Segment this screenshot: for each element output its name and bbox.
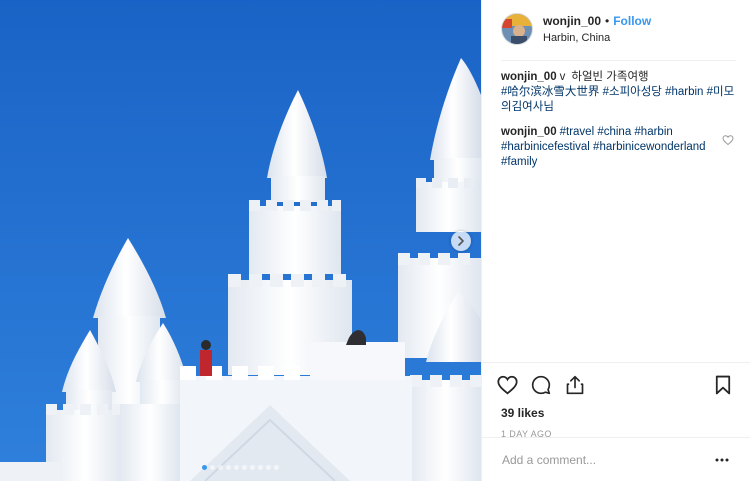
carousel-dot xyxy=(202,465,207,470)
carousel-dot xyxy=(258,465,263,470)
ellipsis-icon xyxy=(715,458,729,461)
post: wonjin_00 • Follow Harbin, China wonjin_… xyxy=(0,0,750,481)
next-image-button[interactable] xyxy=(451,231,471,251)
comment-item: wonjin_00 #travel #china #harbin #harbini… xyxy=(501,125,736,170)
avatar[interactable] xyxy=(501,13,533,45)
location-link[interactable]: Harbin, China xyxy=(543,30,651,46)
carousel-dot xyxy=(218,465,223,470)
likes-count[interactable]: 39 likes xyxy=(496,406,736,420)
post-actions: 39 likes 1 DAY AGO xyxy=(482,362,750,439)
carousel-dot xyxy=(226,465,231,470)
carousel-indicator xyxy=(0,465,481,470)
more-options-button[interactable] xyxy=(714,452,730,468)
comment-username[interactable]: wonjin_00 xyxy=(501,126,557,138)
bookmark-icon xyxy=(715,375,731,395)
comment-username[interactable]: wonjin_00 xyxy=(501,71,557,83)
comment-like-heart-icon[interactable] xyxy=(722,134,734,146)
profile-photo xyxy=(502,14,532,44)
carousel-dot xyxy=(274,465,279,470)
castle-photo xyxy=(0,0,481,481)
carousel-dot xyxy=(266,465,271,470)
caption-comment: wonjin_00 v 하얼빈 가족여행 #哈尔滨冰雪大世界 #소피아성당 #har… xyxy=(501,70,736,115)
follow-button[interactable]: Follow xyxy=(613,13,651,29)
post-image[interactable] xyxy=(0,0,481,481)
post-side-panel: wonjin_00 • Follow Harbin, China wonjin_… xyxy=(481,0,750,481)
add-comment-input[interactable] xyxy=(502,452,714,467)
username-link[interactable]: wonjin_00 xyxy=(543,13,601,29)
comments-list: wonjin_00 v 하얼빈 가족여행 #哈尔滨冰雪大世界 #소피아성당 #har… xyxy=(501,60,736,170)
comment-prefix: v xyxy=(559,71,566,83)
like-button[interactable] xyxy=(496,374,518,396)
carousel-dot xyxy=(242,465,247,470)
share-button[interactable] xyxy=(564,374,586,396)
carousel-dot xyxy=(234,465,239,470)
separator-dot: • xyxy=(605,13,610,28)
carousel-dot xyxy=(250,465,255,470)
heart-icon xyxy=(496,375,518,395)
save-button[interactable] xyxy=(712,374,734,396)
chevron-right-icon xyxy=(458,236,464,246)
carousel-dot xyxy=(210,465,215,470)
comment-icon xyxy=(531,375,551,395)
comment-text: 하얼빈 가족여행 xyxy=(571,71,649,83)
post-header: wonjin_00 • Follow Harbin, China xyxy=(482,0,750,58)
comment-button[interactable] xyxy=(530,374,552,396)
comment-hashtags[interactable]: #哈尔滨冰雪大世界 #소피아성당 #harbin #미모의김여사님 xyxy=(501,86,734,113)
add-comment-bar xyxy=(482,437,750,481)
share-icon xyxy=(566,375,584,395)
